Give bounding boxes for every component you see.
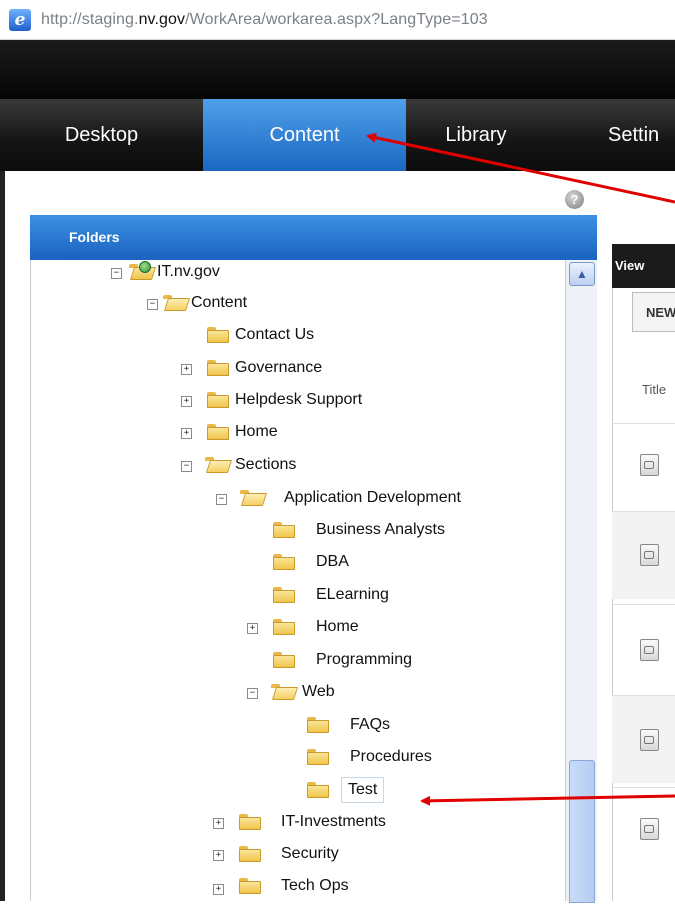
arrow-to-content-tab [366,132,675,204]
arrow-to-test-folder [420,794,675,806]
annotation-arrows [366,132,675,806]
